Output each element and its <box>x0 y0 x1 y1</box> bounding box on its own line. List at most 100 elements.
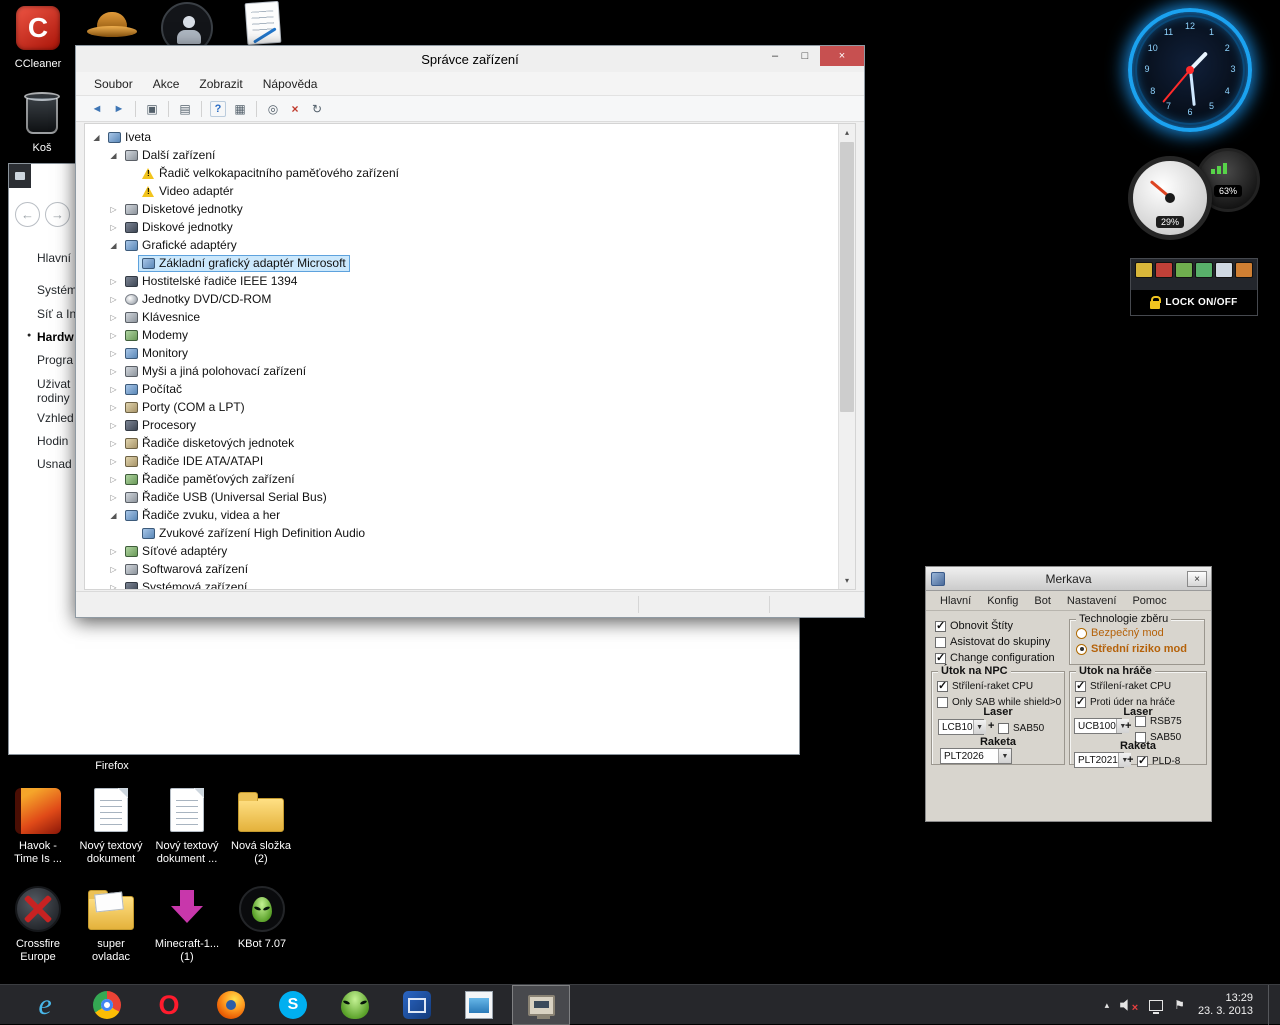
player-rocket-select[interactable]: PLT2021 ▼ <box>1074 752 1124 768</box>
tree-item[interactable]: ▷Systémová zařízení <box>85 578 855 590</box>
checkbox-icon[interactable] <box>1137 756 1148 767</box>
tree-item[interactable]: ◢Grafické adaptéry <box>85 236 855 254</box>
menu-item[interactable]: Zobrazit <box>189 74 252 94</box>
tree-item[interactable]: Video adaptér <box>85 182 855 200</box>
update-driver-icon[interactable]: ↻ <box>306 99 328 119</box>
checkbox-icon[interactable] <box>1075 681 1086 692</box>
tree-item[interactable]: ▷Modemy <box>85 326 855 344</box>
lock-toggle[interactable]: LOCK ON/OFF <box>1131 290 1257 315</box>
lock-button-3-icon[interactable] <box>1175 262 1193 278</box>
sidebar-item[interactable]: Vzhled <box>37 411 74 425</box>
expanded-expander-icon[interactable]: ◢ <box>106 151 121 160</box>
hidden-icons-chevron-icon[interactable]: ▴ <box>1105 1000 1110 1011</box>
uninstall-icon[interactable]: × <box>284 99 306 119</box>
minimize-button[interactable]: – <box>760 46 790 66</box>
radio-row[interactable]: Bezpečný mod <box>1076 626 1187 640</box>
tree-item[interactable]: Základní grafický adaptér Microsoft <box>85 254 855 272</box>
tree-item[interactable]: ▷Myši a jiná polohovací zařízení <box>85 362 855 380</box>
collapsed-expander-icon[interactable]: ▷ <box>106 403 121 412</box>
desktop-icon-kbot[interactable]: KBot 7.07 <box>230 886 294 972</box>
taskbar-skype[interactable] <box>264 985 322 1025</box>
scroll-down-icon[interactable]: ▾ <box>839 572 855 589</box>
lock-button-2-icon[interactable] <box>1155 262 1173 278</box>
collapsed-expander-icon[interactable]: ▷ <box>106 457 121 466</box>
desktop-icon-text-document-2[interactable]: Nový textový dokument ... <box>150 788 224 874</box>
desktop-icon-text-document[interactable]: Nový textový dokument <box>74 788 148 874</box>
back-button[interactable]: ← <box>15 202 40 227</box>
volume-muted-icon[interactable]: × <box>1120 998 1138 1012</box>
npc-laser-select[interactable]: LCB10 ▼ <box>938 719 984 735</box>
checkbox-row[interactable]: Change configuration <box>935 651 1055 665</box>
sidebar-item[interactable]: Uživatrodiny <box>37 377 70 405</box>
tree-item[interactable]: Zvukové zařízení High Definition Audio <box>85 524 855 542</box>
collapsed-expander-icon[interactable]: ▷ <box>106 349 121 358</box>
desktop-icon-havok[interactable]: Havok - Time Is ... <box>6 788 70 874</box>
devices-icon[interactable]: ▦ <box>229 99 251 119</box>
sidebar-item[interactable]: Hlavní <box>37 251 71 265</box>
checkbox-icon[interactable] <box>998 723 1009 734</box>
collapsed-expander-icon[interactable]: ▷ <box>106 439 121 448</box>
collapsed-expander-icon[interactable]: ▷ <box>106 421 121 430</box>
show-desktop-button[interactable] <box>1268 985 1274 1025</box>
sidebar-item[interactable]: Systém <box>37 283 77 297</box>
lock-button-4-icon[interactable] <box>1195 262 1213 278</box>
system-meter-gadget[interactable]: 63% 29% <box>1128 148 1260 242</box>
maximize-button[interactable]: □ <box>790 46 820 66</box>
collapsed-expander-icon[interactable]: ▷ <box>106 565 121 574</box>
collapsed-expander-icon[interactable]: ▷ <box>106 385 121 394</box>
tree-item[interactable]: ▷Řadiče paměťových zařízení <box>85 470 855 488</box>
desktop-icon-firefox-label[interactable]: Firefox <box>82 760 142 773</box>
menu-item[interactable]: Konfig <box>979 593 1026 609</box>
menu-item[interactable]: Akce <box>143 74 190 94</box>
collapsed-expander-icon[interactable]: ▷ <box>106 223 121 232</box>
tree-item[interactable]: ▷Monitory <box>85 344 855 362</box>
taskbar-firefox[interactable] <box>202 985 260 1025</box>
tree-item[interactable]: ▷Řadiče USB (Universal Serial Bus) <box>85 488 855 506</box>
tree-item[interactable]: ▷Procesory <box>85 416 855 434</box>
desktop-icon-minecraft[interactable]: Minecraft-1... (1) <box>152 886 222 972</box>
collapsed-expander-icon[interactable]: ▷ <box>106 493 121 502</box>
desktop-icon-new-folder[interactable]: Nová složka (2) <box>228 788 294 874</box>
menu-item[interactable]: Nápověda <box>253 74 328 94</box>
close-button[interactable]: × <box>1187 571 1207 587</box>
clock-gadget[interactable]: 123456789101112 <box>1128 8 1252 132</box>
player-pld8-row[interactable]: PLD-8 <box>1137 754 1180 768</box>
taskbar-chrome[interactable] <box>78 985 136 1025</box>
console-icon[interactable]: ▣ <box>141 99 163 119</box>
radio-row[interactable]: Střední riziko mod <box>1076 642 1187 656</box>
collapsed-expander-icon[interactable]: ▷ <box>106 547 121 556</box>
scroll-up-icon[interactable]: ▴ <box>839 124 855 141</box>
sidebar-item[interactable]: ●Hardw <box>37 330 74 344</box>
expanded-expander-icon[interactable]: ◢ <box>106 511 121 520</box>
properties-icon[interactable]: ▤ <box>174 99 196 119</box>
collapsed-expander-icon[interactable]: ▷ <box>106 277 121 286</box>
taskbar-opera[interactable] <box>140 985 198 1025</box>
player-laser-select[interactable]: UCB100 ▼ <box>1074 718 1122 734</box>
network-icon[interactable] <box>1149 1000 1163 1011</box>
sidebar-item[interactable]: Progra <box>37 353 73 367</box>
lock-button-6-icon[interactable] <box>1235 262 1253 278</box>
tree-item[interactable]: ▷Porty (COM a LPT) <box>85 398 855 416</box>
expanded-expander-icon[interactable]: ◢ <box>89 133 104 142</box>
scan-hardware-icon[interactable]: ◎ <box>262 99 284 119</box>
expanded-expander-icon[interactable]: ◢ <box>106 241 121 250</box>
tree-item[interactable]: Řadič velkokapacitního paměťového zaříze… <box>85 164 855 182</box>
lock-button-1-icon[interactable] <box>1135 262 1153 278</box>
titlebar[interactable]: Merkava <box>926 567 1211 591</box>
tree-item[interactable]: ▷Klávesnice <box>85 308 855 326</box>
collapsed-expander-icon[interactable]: ▷ <box>106 331 121 340</box>
tree-item[interactable]: ▷Diskové jednotky <box>85 218 855 236</box>
radio-icon[interactable] <box>1076 644 1087 655</box>
checkbox-icon[interactable] <box>937 681 948 692</box>
menu-item[interactable]: Hlavní <box>932 593 979 609</box>
checkbox-row[interactable]: RSB75 <box>1135 714 1182 728</box>
checkbox-icon[interactable] <box>935 653 946 664</box>
forward-button[interactable]: → <box>45 202 70 227</box>
taskbar-photos[interactable] <box>450 985 508 1025</box>
tree-item[interactable]: ▷Jednotky DVD/CD-ROM <box>85 290 855 308</box>
collapsed-expander-icon[interactable]: ▷ <box>106 583 121 591</box>
desktop-icon-recycle-bin[interactable]: Koš <box>14 90 70 162</box>
tree-item[interactable]: ▷Řadiče IDE ATA/ATAPI <box>85 452 855 470</box>
tree-item[interactable]: ▷Hostitelské řadiče IEEE 1394 <box>85 272 855 290</box>
tree-item[interactable]: ▷Počítač <box>85 380 855 398</box>
